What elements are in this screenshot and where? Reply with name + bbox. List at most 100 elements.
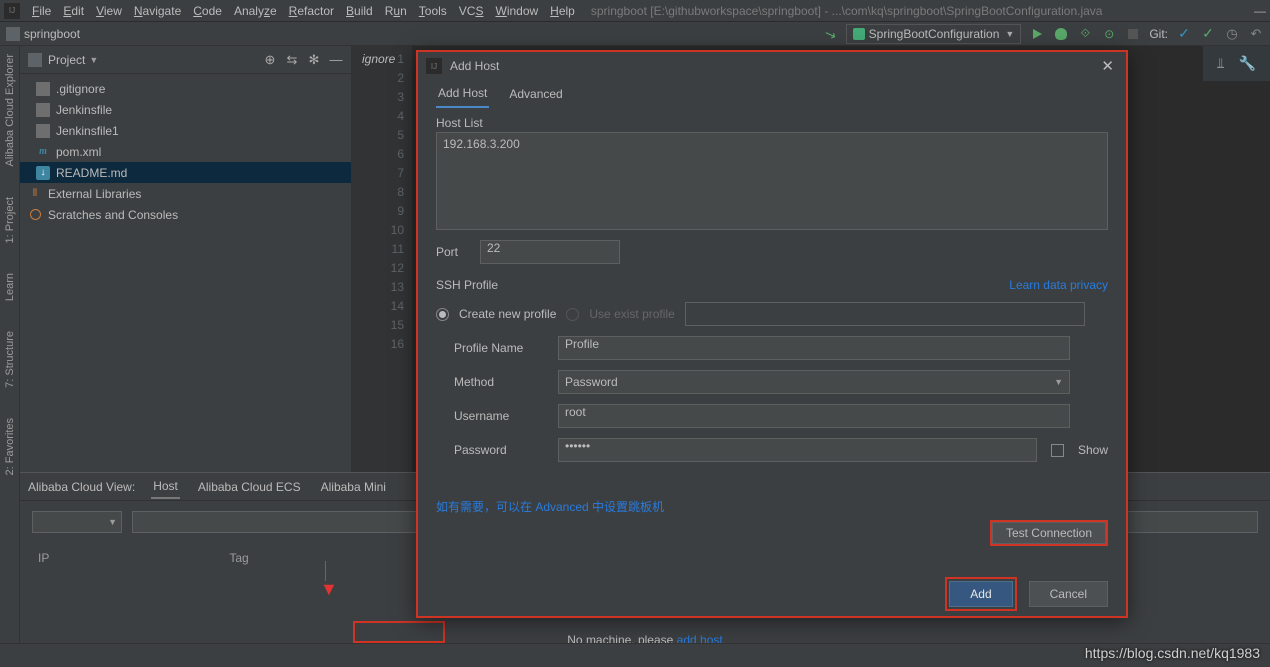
menu-analyze[interactable]: Analyze (228, 2, 283, 20)
test-connection-button[interactable]: Test Connection (990, 520, 1108, 546)
tree-item-pom[interactable]: mpom.xml (20, 141, 351, 162)
maven-icon: m (36, 145, 50, 159)
show-password-checkbox[interactable] (1051, 444, 1064, 457)
scratch-icon (28, 208, 42, 222)
editor-gutter: 1 2 3 4 5 6 7 8 9 10 11 12 13 14 15 16 (352, 46, 412, 472)
ssh-profile-label: SSH Profile (436, 278, 498, 292)
cancel-button[interactable]: Cancel (1029, 581, 1108, 607)
advanced-hint: 如有需要，可以在 Advanced 中设置跳板机 (436, 498, 664, 515)
run-button[interactable] (1029, 26, 1045, 42)
line-number: 9 (352, 202, 404, 221)
tab-mini[interactable]: Alibaba Mini (319, 476, 388, 498)
file-icon (36, 103, 50, 117)
line-number: 7 (352, 164, 404, 183)
collapse-icon[interactable]: ⇆ (285, 53, 299, 67)
learn-privacy-link[interactable]: Learn data privacy (1009, 278, 1108, 292)
hide-icon[interactable]: — (329, 53, 343, 67)
filter-select[interactable]: ▼ (32, 511, 122, 533)
menu-refactor[interactable]: Refactor (283, 2, 340, 20)
stripe-structure[interactable]: 7: Structure (4, 331, 16, 388)
menu-help[interactable]: Help (544, 2, 581, 20)
menu-window[interactable]: Window (489, 2, 544, 20)
stripe-alibaba-explorer[interactable]: Alibaba Cloud Explorer (4, 54, 16, 167)
tree-item-gitignore[interactable]: .gitignore (20, 78, 351, 99)
line-number: 15 (352, 316, 404, 335)
edit-ignore-label[interactable]: ignore (352, 46, 405, 72)
git-commit-icon[interactable]: ✓ (1200, 26, 1216, 42)
method-select[interactable]: Password ▼ (558, 370, 1070, 394)
stripe-learn[interactable]: Learn (4, 273, 16, 301)
tab-advanced[interactable]: Advanced (507, 81, 564, 107)
line-number: 5 (352, 126, 404, 145)
menu-vcs[interactable]: VCS (453, 2, 490, 20)
project-title[interactable]: Project (48, 53, 85, 67)
wrench-icon[interactable]: 🔧 (1239, 55, 1256, 72)
username-label: Username (454, 409, 544, 423)
menu-tools[interactable]: Tools (413, 2, 453, 20)
port-input[interactable]: 22 (480, 240, 620, 264)
line-number: 10 (352, 221, 404, 240)
menu-edit[interactable]: Edit (57, 2, 90, 20)
add-button[interactable]: Add (949, 581, 1012, 607)
chevron-down-icon: ▼ (108, 517, 117, 527)
tab-ecs[interactable]: Alibaba Cloud ECS (196, 476, 303, 498)
editor-right-toolbar: ⫫ 🔧 (1203, 46, 1270, 82)
tree-item-external-libs[interactable]: ⦀External Libraries (20, 183, 351, 204)
line-number: 11 (352, 240, 404, 259)
ide-logo-icon: IJ (4, 3, 20, 19)
chevron-down-icon[interactable]: ▼ (89, 55, 98, 65)
file-icon (36, 124, 50, 138)
stripe-favorites[interactable]: 2: Favorites (4, 418, 16, 475)
radio-create-profile[interactable] (436, 308, 449, 321)
tab-add-host[interactable]: Add Host (436, 80, 489, 108)
line-number: 13 (352, 278, 404, 297)
menu-build[interactable]: Build (340, 2, 379, 20)
tab-host[interactable]: Host (151, 475, 180, 499)
radio-exist-profile[interactable] (566, 308, 579, 321)
menu-run[interactable]: Run (379, 2, 413, 20)
menu-file[interactable]: File (26, 2, 57, 20)
menu-navigate[interactable]: Navigate (128, 2, 187, 20)
line-number: 4 (352, 107, 404, 126)
locate-icon[interactable]: ⊕ (263, 53, 277, 67)
file-icon (36, 82, 50, 96)
breadcrumb[interactable]: springboot (24, 27, 80, 41)
line-number: 12 (352, 259, 404, 278)
host-list-input[interactable]: 192.168.3.200 (436, 132, 1108, 230)
main-toolbar: springboot ↘ SpringBootConfiguration ▼ ⟐… (0, 22, 1270, 46)
profile-name-label: Profile Name (454, 341, 544, 355)
stripe-project[interactable]: 1: Project (4, 197, 16, 243)
stop-button[interactable] (1125, 26, 1141, 42)
dialog-footer: Add Cancel (418, 572, 1126, 616)
line-number: 3 (352, 88, 404, 107)
menu-view[interactable]: View (90, 2, 128, 20)
git-rollback-icon[interactable]: ↶ (1248, 26, 1264, 42)
run-config-selector[interactable]: SpringBootConfiguration ▼ (846, 24, 1022, 44)
menu-code[interactable]: Code (187, 2, 228, 20)
ide-logo-icon: IJ (426, 58, 442, 74)
column-tag: Tag (229, 551, 248, 565)
password-label: Password (454, 443, 544, 457)
spring-icon (853, 28, 865, 40)
password-input[interactable]: •••••• (558, 438, 1037, 462)
tree-item-readme[interactable]: ↓README.md (20, 162, 351, 183)
sliders-icon[interactable]: ⫫ (1217, 55, 1225, 72)
chevron-down-icon: ▼ (1005, 29, 1014, 39)
tree-item-jenkinsfile[interactable]: Jenkinsfile (20, 99, 351, 120)
close-button[interactable]: ✕ (1097, 57, 1118, 75)
radio-exist-label: Use exist profile (589, 307, 674, 321)
git-update-icon[interactable]: ✓ (1176, 26, 1192, 42)
profile-name-input[interactable]: Profile (558, 336, 1070, 360)
git-history-icon[interactable]: ◷ (1224, 26, 1240, 42)
settings-gear-icon[interactable]: ✻ (307, 53, 321, 67)
profile-button[interactable]: ⊙ (1101, 26, 1117, 42)
tree-item-scratches[interactable]: Scratches and Consoles (20, 204, 351, 225)
tree-item-jenkinsfile1[interactable]: Jenkinsfile1 (20, 120, 351, 141)
window-minimize-icon[interactable]: — (1254, 4, 1266, 18)
debug-button[interactable] (1053, 26, 1069, 42)
exist-profile-select (685, 302, 1085, 326)
build-icon[interactable]: ↘ (819, 23, 840, 44)
menu-bar: IJ File Edit View Navigate Code Analyze … (0, 0, 1270, 22)
coverage-button[interactable]: ⟐ (1077, 26, 1093, 42)
username-input[interactable]: root (558, 404, 1070, 428)
